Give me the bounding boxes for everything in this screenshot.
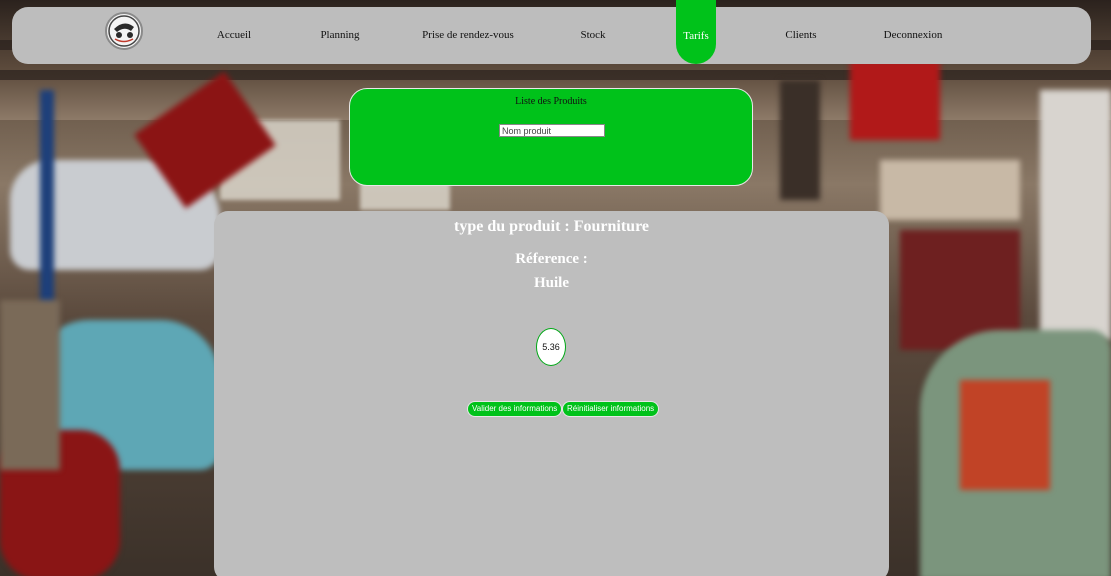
product-type-heading: type du produit : Fourniture <box>454 218 649 235</box>
product-list-title: Liste des Produits <box>515 96 587 107</box>
reset-information-button[interactable]: Réinitialiser informations <box>562 401 660 417</box>
nav-deconnexion[interactable]: Deconnexion <box>878 7 948 64</box>
product-list-panel: Liste des Produits <box>349 88 753 186</box>
reference-label: Réference : <box>515 251 588 267</box>
nav-accueil[interactable]: Accueil <box>208 7 260 64</box>
nav-planning[interactable]: Planning <box>310 7 370 64</box>
top-navigation-bar: Accueil Planning Prise de rendez-vous St… <box>12 0 1091 64</box>
nav-stock[interactable]: Stock <box>573 7 613 64</box>
nav-clients[interactable]: Clients <box>777 7 825 64</box>
product-detail-card: type du produit : Fourniture Réference :… <box>214 211 889 576</box>
product-price-field[interactable]: 5.36 <box>536 328 566 366</box>
product-name-search-input[interactable] <box>499 124 605 137</box>
validate-information-button[interactable]: Valider des informations <box>467 401 563 417</box>
nav-prise-de-rendez-vous[interactable]: Prise de rendez-vous <box>410 7 526 64</box>
nav-tarifs[interactable]: Tarifs <box>676 0 716 64</box>
reference-value: Huile <box>533 275 569 291</box>
garage-logo-icon[interactable] <box>105 12 143 50</box>
